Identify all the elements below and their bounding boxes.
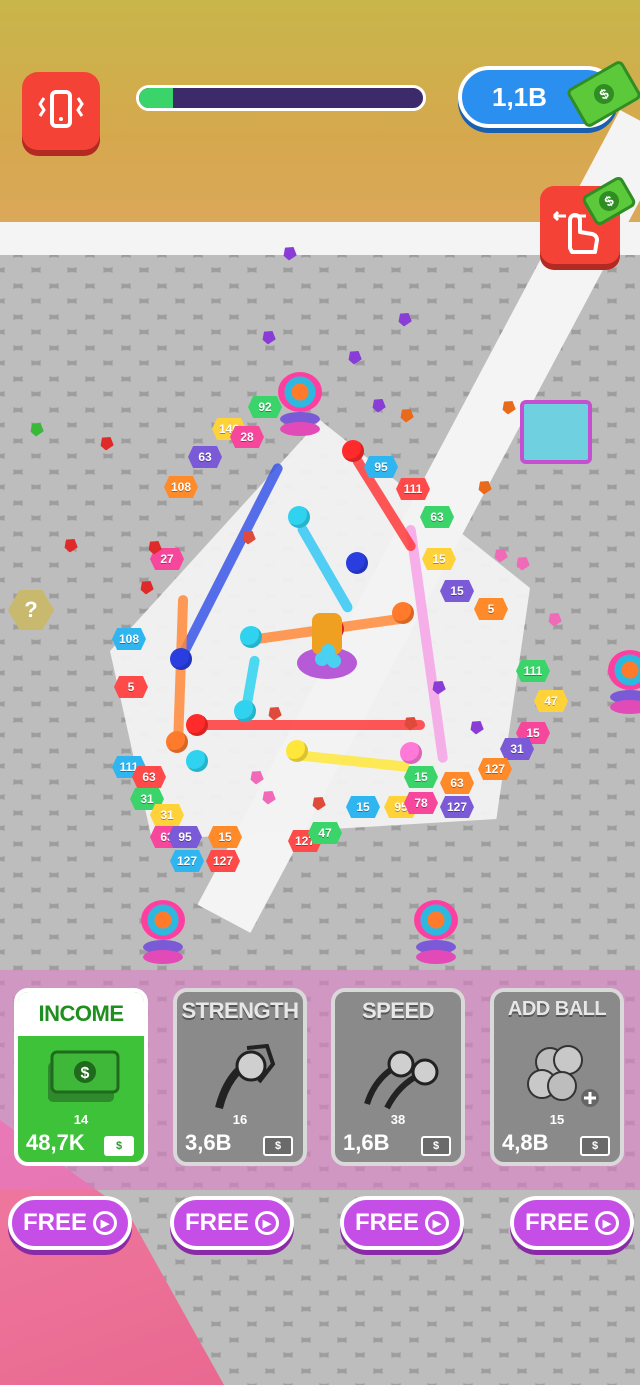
- upgrade-card-add-ball[interactable]: ADD BALL 15 4,8B $: [490, 988, 624, 1166]
- cash-icon: $: [580, 1136, 610, 1156]
- cannon-tower: [414, 900, 458, 966]
- free-label: FREE: [184, 1209, 249, 1236]
- level-progress-bar: [136, 85, 426, 111]
- free-label: FREE: [354, 1209, 419, 1236]
- hex-number-tile: 15: [208, 826, 242, 848]
- upgrade-card-income[interactable]: INCOME $ 14 48,7K $: [14, 988, 148, 1166]
- card-price: 4,8B: [502, 1130, 549, 1155]
- hex-number-tile: 95: [364, 456, 398, 478]
- card-title: STRENGTH: [181, 998, 300, 1023]
- card-level: 38: [390, 1112, 406, 1127]
- phone-vibrate-icon: [36, 84, 86, 139]
- hex-number-tile: 15: [422, 548, 456, 570]
- cannon-tower: [141, 900, 185, 966]
- ball: [234, 700, 256, 722]
- ball: [240, 626, 262, 648]
- hex-number-tile: 15: [440, 580, 474, 602]
- ball: [346, 552, 368, 574]
- hex-number-tile: 127: [440, 796, 474, 818]
- free-income-button[interactable]: FREE ▶: [8, 1196, 132, 1250]
- treasure-chest[interactable]: [520, 400, 592, 464]
- ball: [186, 750, 208, 772]
- add-ball-icon: [506, 1038, 608, 1114]
- hex-number-tile: 15: [346, 796, 380, 818]
- cash-icon: $: [421, 1136, 451, 1156]
- cash-icon: $: [104, 1136, 134, 1156]
- hex-number-tile: 63: [420, 506, 454, 528]
- ball: [286, 740, 308, 762]
- upgrade-card-speed[interactable]: SPEED 38 1,6B $: [331, 988, 465, 1166]
- money-amount: 1,1B: [492, 81, 547, 112]
- vibration-toggle-button[interactable]: [22, 72, 100, 150]
- hex-number-tile: 63: [188, 446, 222, 468]
- card-title: INCOME: [18, 992, 144, 1036]
- hex-number-tile: 111: [396, 478, 430, 500]
- tap-swipe-hand-icon: [540, 210, 620, 268]
- level-progress-fill: [139, 88, 174, 108]
- card-price: 3,6B: [185, 1130, 232, 1155]
- hex-number-tile: 28: [230, 426, 264, 448]
- free-strength-button[interactable]: FREE ▶: [170, 1196, 294, 1250]
- upgrade-card-strength[interactable]: STRENGTH 16 3,6B $: [173, 988, 307, 1166]
- hex-number-tile: 47: [308, 822, 342, 844]
- center-ball-launcher: [292, 605, 362, 685]
- hex-number-tile: 31: [150, 804, 184, 826]
- free-speed-button[interactable]: FREE ▶: [340, 1196, 464, 1250]
- cannon-tower: [278, 372, 322, 438]
- hex-number-tile: 127: [478, 758, 512, 780]
- hex-number-tile: 95: [168, 826, 202, 848]
- ball: [170, 648, 192, 670]
- ball: [288, 506, 310, 528]
- strength-balls-icon: [189, 1038, 291, 1114]
- hex-number-tile: 127: [206, 850, 240, 872]
- cash-stack-icon: $: [30, 1038, 132, 1114]
- hex-number-tile: 15: [404, 766, 438, 788]
- cash-icon: $: [263, 1136, 293, 1156]
- cannon-tower: [608, 650, 640, 716]
- free-label: FREE: [22, 1209, 87, 1236]
- hex-number-tile: 63: [440, 772, 474, 794]
- hex-number-tile: 92: [248, 396, 282, 418]
- hex-number-tile: 63: [132, 766, 166, 788]
- ball: [166, 731, 188, 753]
- speed-balls-icon: [347, 1038, 449, 1114]
- hex-number-tile: 108: [112, 628, 146, 650]
- card-level: 14: [73, 1112, 89, 1127]
- ball: [342, 440, 364, 462]
- card-price: 48,7K: [26, 1130, 85, 1155]
- card-level: 15: [549, 1112, 565, 1127]
- card-price: 1,6B: [343, 1130, 390, 1155]
- play-ad-icon: ▶: [255, 1211, 279, 1235]
- play-ad-icon: ▶: [425, 1211, 449, 1235]
- card-level: 16: [232, 1112, 248, 1127]
- hex-number-tile: 78: [404, 792, 438, 814]
- hex-number-tile: 47: [534, 690, 568, 712]
- hex-number-tile: 5: [114, 676, 148, 698]
- free-label: FREE: [524, 1209, 589, 1236]
- hex-number-tile: 31: [500, 738, 534, 760]
- ball: [186, 714, 208, 736]
- card-title: SPEED: [361, 998, 435, 1023]
- ball: [400, 742, 422, 764]
- svg-text:$: $: [81, 1065, 90, 1082]
- hex-number-tile: 108: [164, 476, 198, 498]
- hex-number-tile: 5: [474, 598, 508, 620]
- free-add-ball-button[interactable]: FREE ▶: [510, 1196, 634, 1250]
- hex-number-tile: 111: [516, 660, 550, 682]
- play-ad-icon: ▶: [595, 1211, 619, 1235]
- play-ad-icon: ▶: [93, 1211, 117, 1235]
- card-title: ADD BALL: [507, 998, 607, 1020]
- ball: [392, 602, 414, 624]
- trail-line: [195, 720, 425, 730]
- hex-number-tile: 127: [170, 850, 204, 872]
